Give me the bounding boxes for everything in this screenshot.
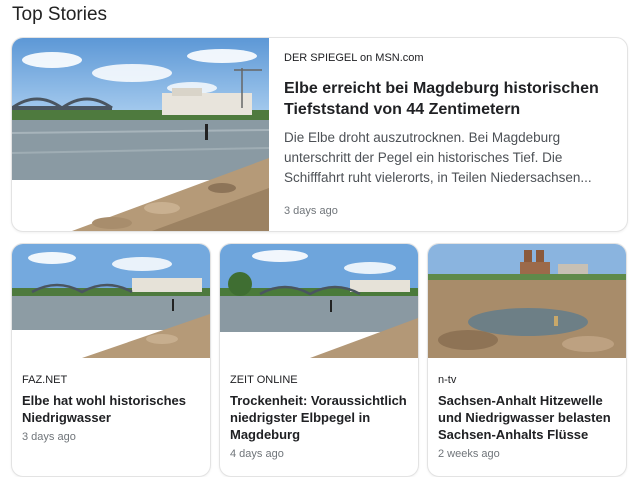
- story-card-zeit[interactable]: ZEIT ONLINE Trockenheit: Voraussichtlich…: [219, 243, 419, 477]
- featured-story-snippet: Die Elbe droht auszutrocknen. Bei Magdeb…: [284, 130, 592, 185]
- story-headline[interactable]: Sachsen-Anhalt Hitzewelle und Niedrigwas…: [438, 392, 616, 443]
- story-card-ntv[interactable]: n-tv Sachsen-Anhalt Hitzewelle und Niedr…: [427, 243, 627, 477]
- story-time: 4 days ago: [230, 448, 284, 460]
- story-image: [428, 244, 626, 358]
- story-source: FAZ.NET: [22, 374, 68, 386]
- featured-story-source: DER SPIEGEL on MSN.com: [284, 52, 424, 64]
- story-headline[interactable]: Elbe hat wohl historisches Niedrigwasser: [22, 392, 200, 426]
- story-source: ZEIT ONLINE: [230, 374, 298, 386]
- story-card-faz[interactable]: FAZ.NET Elbe hat wohl historisches Niedr…: [11, 243, 211, 477]
- story-image: [12, 244, 210, 358]
- story-headline[interactable]: Trockenheit: Voraussichtlich niedrigster…: [230, 392, 408, 443]
- featured-story-headline[interactable]: Elbe erreicht bei Magdeburg historischen…: [284, 78, 613, 120]
- story-time: 2 weeks ago: [438, 448, 500, 460]
- featured-story-image: [12, 38, 269, 231]
- story-source: n-tv: [438, 374, 457, 386]
- story-image: [220, 244, 418, 358]
- featured-story-time: 3 days ago: [284, 205, 338, 217]
- section-title: Top Stories: [12, 4, 108, 25]
- featured-story-card[interactable]: DER SPIEGEL on MSN.com Elbe erreicht bei…: [11, 37, 628, 232]
- story-time: 3 days ago: [22, 431, 76, 443]
